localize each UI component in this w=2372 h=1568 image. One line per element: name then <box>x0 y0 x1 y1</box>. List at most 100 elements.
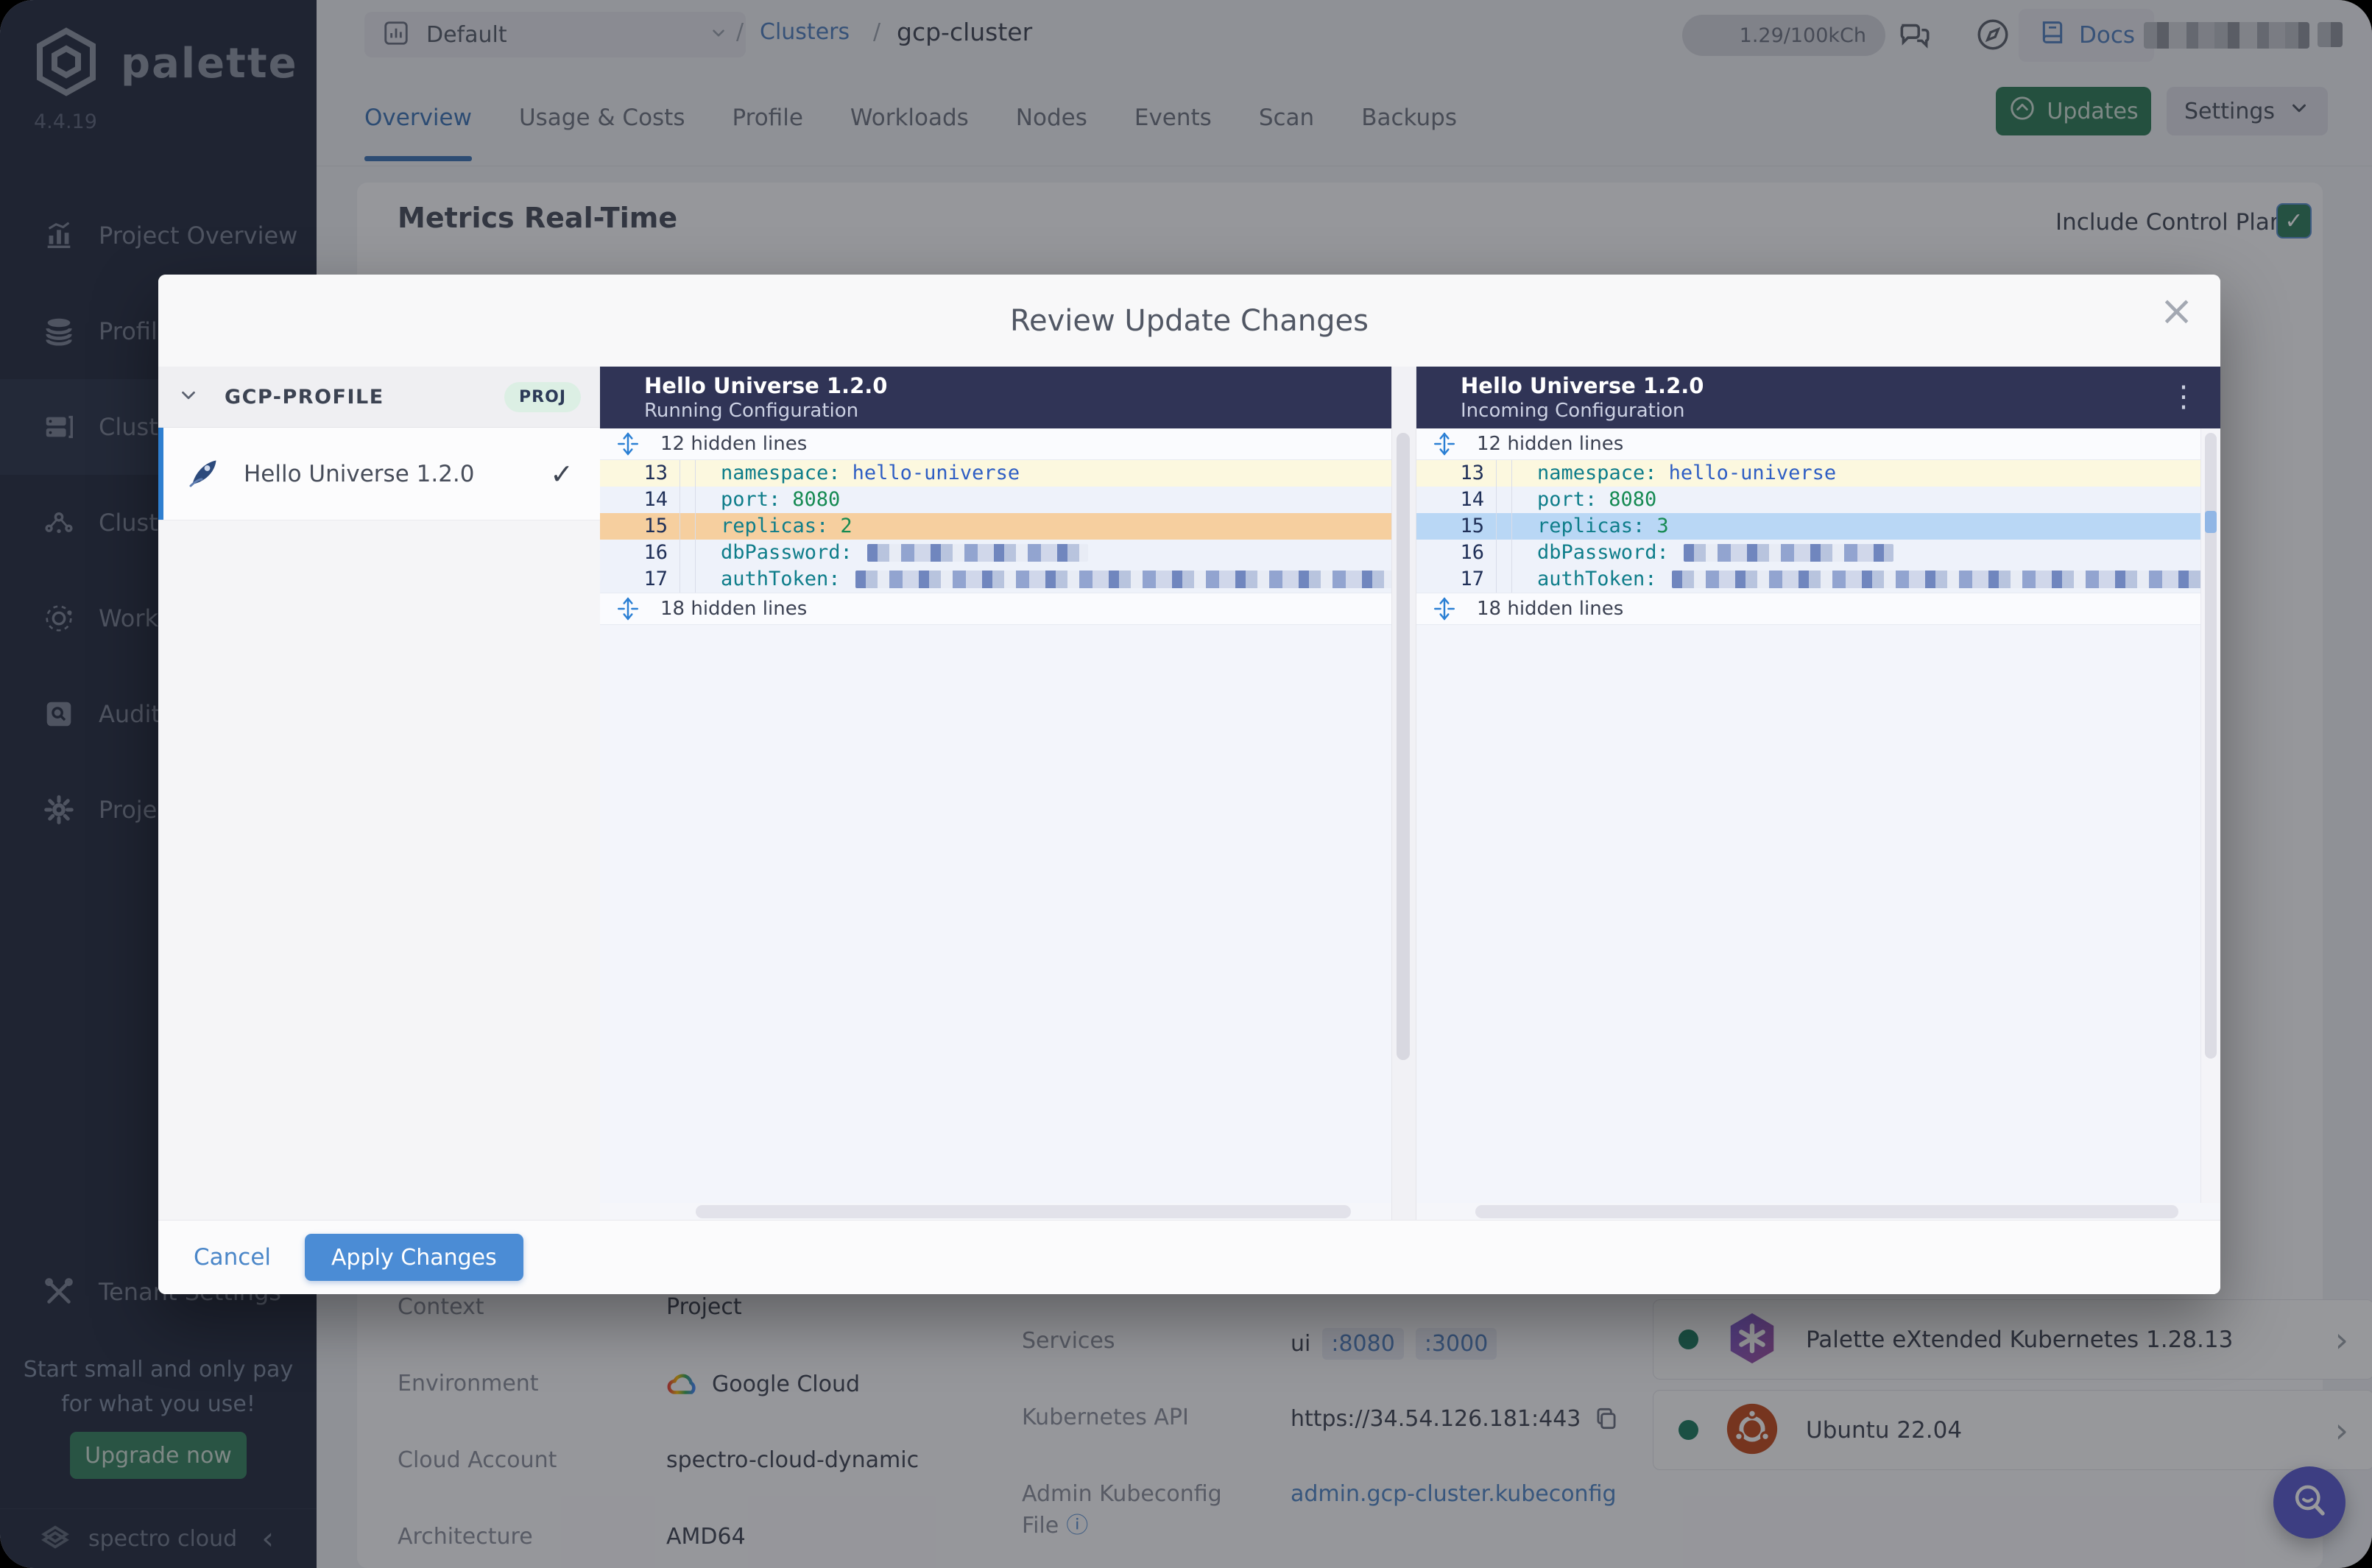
code-line-17: 17 authToken: <box>600 566 1391 593</box>
horizontal-scrollbar <box>1416 1203 2220 1221</box>
yaml-key: replicas: <box>1537 515 1645 537</box>
line-number: 13 <box>643 462 668 484</box>
hidden-lines-expander[interactable]: 12 hidden lines <box>1416 428 2220 460</box>
running-pane-subtitle: Running Configuration <box>644 399 859 422</box>
gutter <box>680 540 696 566</box>
yaml-key: port: <box>721 488 781 511</box>
code-line-16: 16 dbPassword: <box>600 540 1391 566</box>
line-number: 14 <box>643 488 668 511</box>
yaml-key: dbPassword: <box>721 541 853 564</box>
modal-title: Review Update Changes <box>1010 303 1369 338</box>
incoming-pane-header: Hello Universe 1.2.0 Incoming Configurat… <box>1416 367 2220 428</box>
check-icon: ✓ <box>550 457 573 490</box>
unfold-icon <box>1433 432 1456 456</box>
incoming-pane-subtitle: Incoming Configuration <box>1461 399 1685 422</box>
hidden-lines-label: 18 hidden lines <box>1477 598 1624 620</box>
redacted-value <box>1683 544 1893 562</box>
horizontal-scrollbar <box>600 1203 1391 1221</box>
redacted-value <box>1671 571 2220 588</box>
hidden-lines-expander[interactable]: 12 hidden lines <box>600 428 1391 460</box>
rocket-icon <box>186 455 222 493</box>
editor-empty-area <box>600 625 1391 1203</box>
gutter <box>1496 566 1512 593</box>
code-line-14: 14 port: 8080 <box>600 487 1391 513</box>
vertical-scrollbar-thumb[interactable] <box>1397 433 1410 1060</box>
gutter <box>680 566 696 593</box>
chevron-down-icon <box>177 384 200 409</box>
yaml-key: dbPassword: <box>1537 541 1669 564</box>
line-number: 15 <box>1460 515 1484 537</box>
gutter <box>1496 540 1512 566</box>
gutter <box>1496 487 1512 513</box>
modal-footer: Cancel Apply Changes <box>158 1220 2220 1294</box>
yaml-value: 8080 <box>1609 488 1657 511</box>
running-configuration-pane: Hello Universe 1.2.0 Running Configurati… <box>600 367 1391 1221</box>
yaml-key: authToken: <box>721 568 841 590</box>
gutter <box>680 460 696 487</box>
yaml-value: 2 <box>840 515 853 537</box>
hidden-lines-expander[interactable]: 18 hidden lines <box>1416 593 2220 625</box>
review-update-changes-modal: Review Update Changes × GCP-PROFILE PROJ… <box>158 275 2220 1294</box>
line-number: 17 <box>643 568 668 590</box>
code-line-17: 17 authToken: <box>1416 566 2220 593</box>
hidden-lines-label: 12 hidden lines <box>660 433 808 455</box>
yaml-key: authToken: <box>1537 568 1657 590</box>
code-line-15: 15 replicas: 2 <box>600 513 1391 540</box>
gutter <box>680 513 696 540</box>
yaml-value: hello-universe <box>852 462 1020 484</box>
cancel-button[interactable]: Cancel <box>194 1244 271 1271</box>
diff-vertical-scrollbar <box>1391 367 1416 1221</box>
yaml-value: 8080 <box>792 488 841 511</box>
code-line-16: 16 dbPassword: <box>1416 540 2220 566</box>
unfold-icon <box>1433 597 1456 621</box>
redacted-value <box>866 544 1088 562</box>
yaml-value: hello-universe <box>1668 462 1837 484</box>
diff-change-marker <box>2205 511 2217 533</box>
code-line-14: 14 port: 8080 <box>1416 487 2220 513</box>
redacted-value <box>855 571 1391 588</box>
yaml-key: namespace: <box>721 462 841 484</box>
profile-panel: GCP-PROFILE PROJ Hello Universe 1.2.0 ✓ <box>158 367 601 1221</box>
scope-badge: PROJ <box>504 381 581 412</box>
running-pane-title: Hello Universe 1.2.0 <box>644 373 888 398</box>
incoming-configuration-pane: Hello Universe 1.2.0 Incoming Configurat… <box>1416 367 2220 1221</box>
modal-header: Review Update Changes × <box>158 275 2220 367</box>
yaml-key: port: <box>1537 488 1598 511</box>
running-pane-header: Hello Universe 1.2.0 Running Configurati… <box>600 367 1391 428</box>
profile-group-name: GCP-PROFILE <box>225 385 384 409</box>
profile-group-header[interactable]: GCP-PROFILE PROJ <box>158 367 600 428</box>
yaml-key: replicas: <box>721 515 829 537</box>
yaml-key: namespace: <box>1537 462 1657 484</box>
incoming-pane-title: Hello Universe 1.2.0 <box>1461 373 1704 398</box>
apply-changes-button[interactable]: Apply Changes <box>305 1234 523 1281</box>
hidden-lines-label: 12 hidden lines <box>1477 433 1624 455</box>
line-number: 15 <box>643 515 668 537</box>
app-window: palette 4.4.19 Project Overview Profiles C… <box>0 0 2372 1568</box>
line-number: 16 <box>643 541 668 564</box>
gutter <box>680 487 696 513</box>
hidden-lines-expander[interactable]: 18 hidden lines <box>600 593 1391 625</box>
diff-view: Hello Universe 1.2.0 Running Configurati… <box>600 367 2220 1221</box>
gutter <box>1496 513 1512 540</box>
line-number: 16 <box>1460 541 1484 564</box>
kebab-menu-icon[interactable]: ⋮ <box>2169 380 2198 414</box>
code-line-13: 13 namespace: hello-universe <box>1416 460 2220 487</box>
hidden-lines-label: 18 hidden lines <box>660 598 808 620</box>
line-number: 13 <box>1460 462 1484 484</box>
horizontal-scrollbar-thumb[interactable] <box>696 1205 1351 1218</box>
running-code-body: 12 hidden lines 13 namespace: hello-univers… <box>600 428 1391 1221</box>
profile-item-label: Hello Universe 1.2.0 <box>244 460 475 487</box>
unfold-icon <box>616 597 640 621</box>
line-number: 17 <box>1460 568 1484 590</box>
profile-item-hello-universe[interactable]: Hello Universe 1.2.0 ✓ <box>158 428 600 520</box>
code-line-13: 13 namespace: hello-universe <box>600 460 1391 487</box>
close-icon[interactable]: × <box>2159 291 2194 332</box>
code-line-15: 15 replicas: 3 <box>1416 513 2220 540</box>
horizontal-scrollbar-thumb[interactable] <box>1475 1205 2178 1218</box>
unfold-icon <box>616 432 640 456</box>
yaml-value: 3 <box>1656 515 1669 537</box>
incoming-vertical-scrollbar <box>2200 428 2220 1203</box>
editor-empty-area <box>1416 625 2220 1203</box>
incoming-code-body: 12 hidden lines 13 namespace: hello-univers… <box>1416 428 2220 1221</box>
gutter <box>1496 460 1512 487</box>
